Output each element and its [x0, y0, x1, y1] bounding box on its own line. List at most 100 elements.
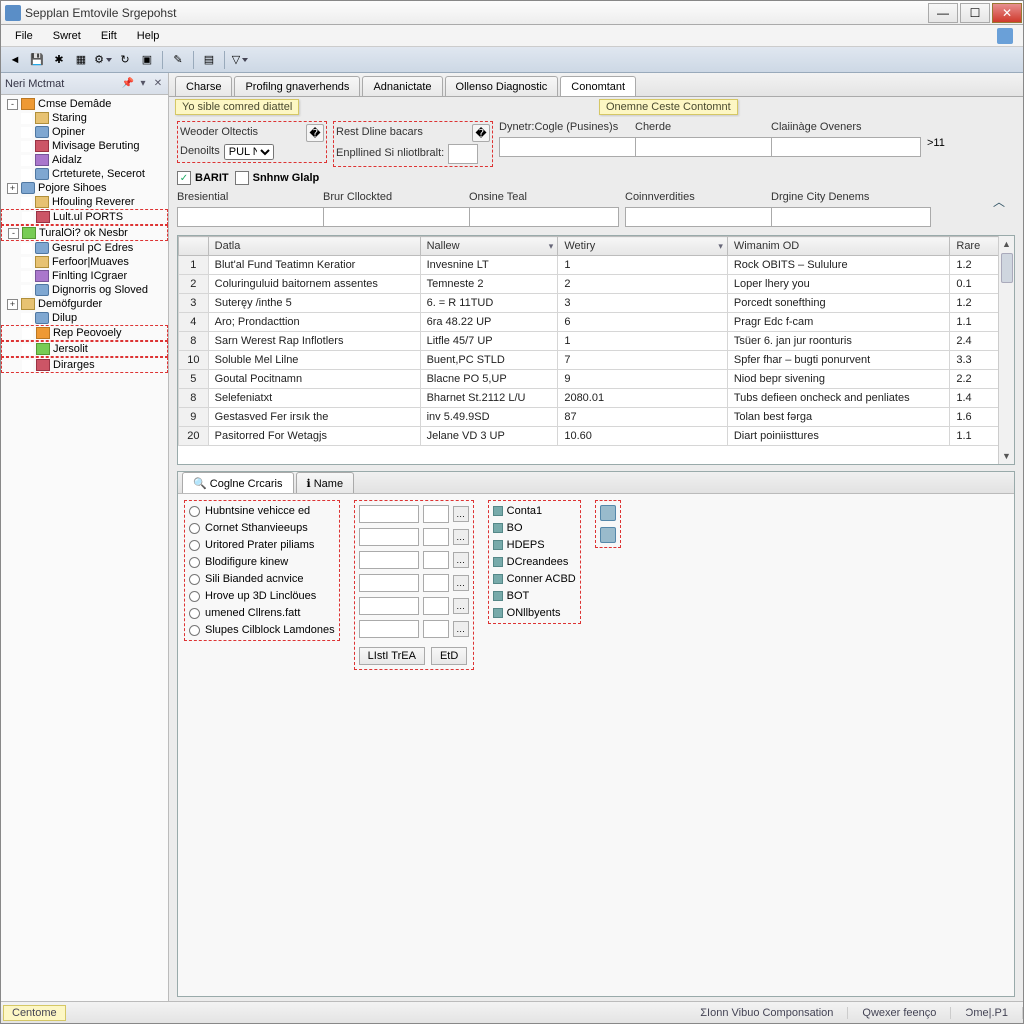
tab-charse[interactable]: Charse [175, 76, 232, 96]
filter-input[interactable] [177, 207, 327, 227]
table-row[interactable]: 4Aro; Prondacttion6ra 48.22 UP6Pragr Edc… [179, 313, 1014, 332]
mini-picker-icon[interactable]: … [453, 552, 469, 568]
mini-picker-icon[interactable]: … [453, 621, 469, 637]
tree-expander-icon[interactable] [22, 212, 33, 223]
grid-cell[interactable]: Jelane VD 3 UP [420, 427, 558, 446]
tree-node[interactable]: Dilup [1, 311, 168, 325]
tag-item[interactable]: ONllbyents [493, 607, 576, 619]
grid-cell[interactable]: 9 [558, 370, 728, 389]
refresh-icon[interactable]: ↻ [115, 50, 135, 70]
tree-node[interactable]: +Pojore Sihoes [1, 181, 168, 195]
option-item[interactable]: Uritored Prater piliams [189, 539, 335, 551]
filter-input[interactable] [625, 207, 775, 227]
scroll-thumb[interactable] [1001, 253, 1013, 283]
table-row[interactable]: 5Goutal PocitnamnBlacne PO 5,UP9Niod bep… [179, 370, 1014, 389]
tree-node[interactable]: Lult.ul PORTS [1, 209, 168, 225]
grid-cell[interactable]: 1 [558, 256, 728, 275]
nav-tree[interactable]: -Cmse DemâdeStaringOpinerMivisage Beruti… [1, 95, 168, 1001]
filter-input[interactable] [323, 207, 473, 227]
radio-icon[interactable] [189, 574, 200, 585]
menu-help[interactable]: Help [127, 28, 170, 44]
grid-cell[interactable]: Pasitorred For Wetagjs [208, 427, 420, 446]
mini-input[interactable] [359, 551, 419, 569]
tree-node[interactable]: +Demöfgurder [1, 297, 168, 311]
grid-cell[interactable]: Goutal Pocitnamn [208, 370, 420, 389]
filter-lookup-icon[interactable]: � [306, 124, 324, 142]
tree-expander-icon[interactable] [22, 328, 33, 339]
tree-expander-icon[interactable] [21, 197, 32, 208]
doc-icon[interactable]: ▣ [137, 50, 157, 70]
star-icon[interactable]: ✱ [49, 50, 69, 70]
grid-cell[interactable]: 87 [558, 408, 728, 427]
menu-file[interactable]: File [5, 28, 43, 44]
close-button[interactable]: ✕ [992, 3, 1022, 23]
radio-icon[interactable] [189, 625, 200, 636]
grid-cell[interactable]: Selefeniatxt [208, 389, 420, 408]
grid-scrollbar[interactable]: ▲ ▼ [998, 236, 1014, 464]
data-grid[interactable]: DatlaNallew▾Wetiry▾Wimanim ODRare1Blut'a… [177, 235, 1015, 465]
back-button[interactable]: ◄ [5, 50, 25, 70]
tree-node[interactable]: Finlting ICgraer [1, 269, 168, 283]
mini-picker-icon[interactable]: … [453, 506, 469, 522]
tree-expander-icon[interactable]: + [7, 183, 18, 194]
mini-input-small[interactable] [423, 505, 449, 523]
edit-icon[interactable]: ✎ [168, 50, 188, 70]
grid-cell[interactable]: Tubs defieen oncheck and penliates [727, 389, 950, 408]
tree-expander-icon[interactable] [21, 113, 32, 124]
tree-node[interactable]: Crteturete, Secerot [1, 167, 168, 181]
grid-cell[interactable]: inv 5.49.9SD [420, 408, 558, 427]
table-row[interactable]: 3Suteręy /inthe 56. = R 11TUD3Porcedt so… [179, 294, 1014, 313]
grid-cell[interactable]: Loper lhery you [727, 275, 950, 294]
grid-cell[interactable]: 7 [558, 351, 728, 370]
filter-icon[interactable]: ▽ [230, 50, 250, 70]
option-item[interactable]: Hubntsine vehicce ed [189, 505, 335, 517]
mini-picker-icon[interactable]: … [453, 575, 469, 591]
grid-cell[interactable]: Soluble Mel Lilne [208, 351, 420, 370]
tree-node[interactable]: Gesrul pC Edres [1, 241, 168, 255]
grid-cell[interactable]: Temneste 2 [420, 275, 558, 294]
tree-node[interactable]: Ferfoor|Muaves [1, 255, 168, 269]
grid-cell[interactable]: Porcedt sonefthing [727, 294, 950, 313]
grid-header[interactable] [179, 237, 209, 256]
mini-button[interactable]: LIstI TrEA [359, 647, 425, 665]
grid-header[interactable]: Datla [208, 237, 420, 256]
table-row[interactable]: 1Blut'al Fund Teatimn KeratiorInvesnine … [179, 256, 1014, 275]
pin-icon[interactable]: 📌 [122, 78, 134, 90]
scroll-down-icon[interactable]: ▼ [999, 448, 1014, 464]
tag-item[interactable]: HDEPS [493, 539, 576, 551]
tab-profilng-gnaverhends[interactable]: Profilng gnaverhends [234, 76, 360, 96]
tree-expander-icon[interactable] [21, 271, 32, 282]
table-row[interactable]: 20Pasitorred For WetagjsJelane VD 3 UP10… [179, 427, 1014, 446]
grid-cell[interactable]: Niod bepr sivening [727, 370, 950, 389]
grid-icon[interactable]: ▦ [71, 50, 91, 70]
scroll-up-icon[interactable]: ▲ [999, 236, 1014, 252]
maximize-button[interactable]: ☐ [960, 3, 990, 23]
tree-expander-icon[interactable]: + [7, 299, 18, 310]
option-item[interactable]: Hrove up 3D Linclöues [189, 590, 335, 602]
option-item[interactable]: Blodifigure kinew [189, 556, 335, 568]
option-item[interactable]: Cornet Sthanvieeups [189, 522, 335, 534]
tree-node[interactable]: Dirarges [1, 357, 168, 373]
tree-node[interactable]: Staring [1, 111, 168, 125]
grid-cell[interactable]: 6ra 48.22 UP [420, 313, 558, 332]
table-row[interactable]: 10Soluble Mel LilneBuent,PC STLD7Spfer f… [179, 351, 1014, 370]
close-panel-icon[interactable]: ✕ [152, 78, 164, 90]
radio-icon[interactable] [189, 608, 200, 619]
tree-expander-icon[interactable]: - [8, 228, 19, 239]
grid-cell[interactable]: 10.60 [558, 427, 728, 446]
mini-picker-icon[interactable]: … [453, 598, 469, 614]
filter-input[interactable] [771, 137, 921, 157]
filter-input[interactable] [469, 207, 619, 227]
tab-adnanictate[interactable]: Adnanictate [362, 76, 442, 96]
action-icon[interactable] [600, 527, 616, 543]
tree-expander-icon[interactable] [22, 360, 33, 371]
action-icon[interactable] [600, 505, 616, 521]
grid-cell[interactable]: Sarn Werest Rap Inflotlers [208, 332, 420, 351]
tree-expander-icon[interactable] [22, 344, 33, 355]
filter-input[interactable] [448, 144, 478, 164]
filter-lookup-icon[interactable]: � [472, 124, 490, 142]
table-row[interactable]: 2Coluringuluid baitornem assentesTemnest… [179, 275, 1014, 294]
checkbox-icon[interactable] [235, 171, 249, 185]
table-row[interactable]: 9Gestasved Fer irsık theinv 5.49.9SD87To… [179, 408, 1014, 427]
tag-item[interactable]: BO [493, 522, 576, 534]
